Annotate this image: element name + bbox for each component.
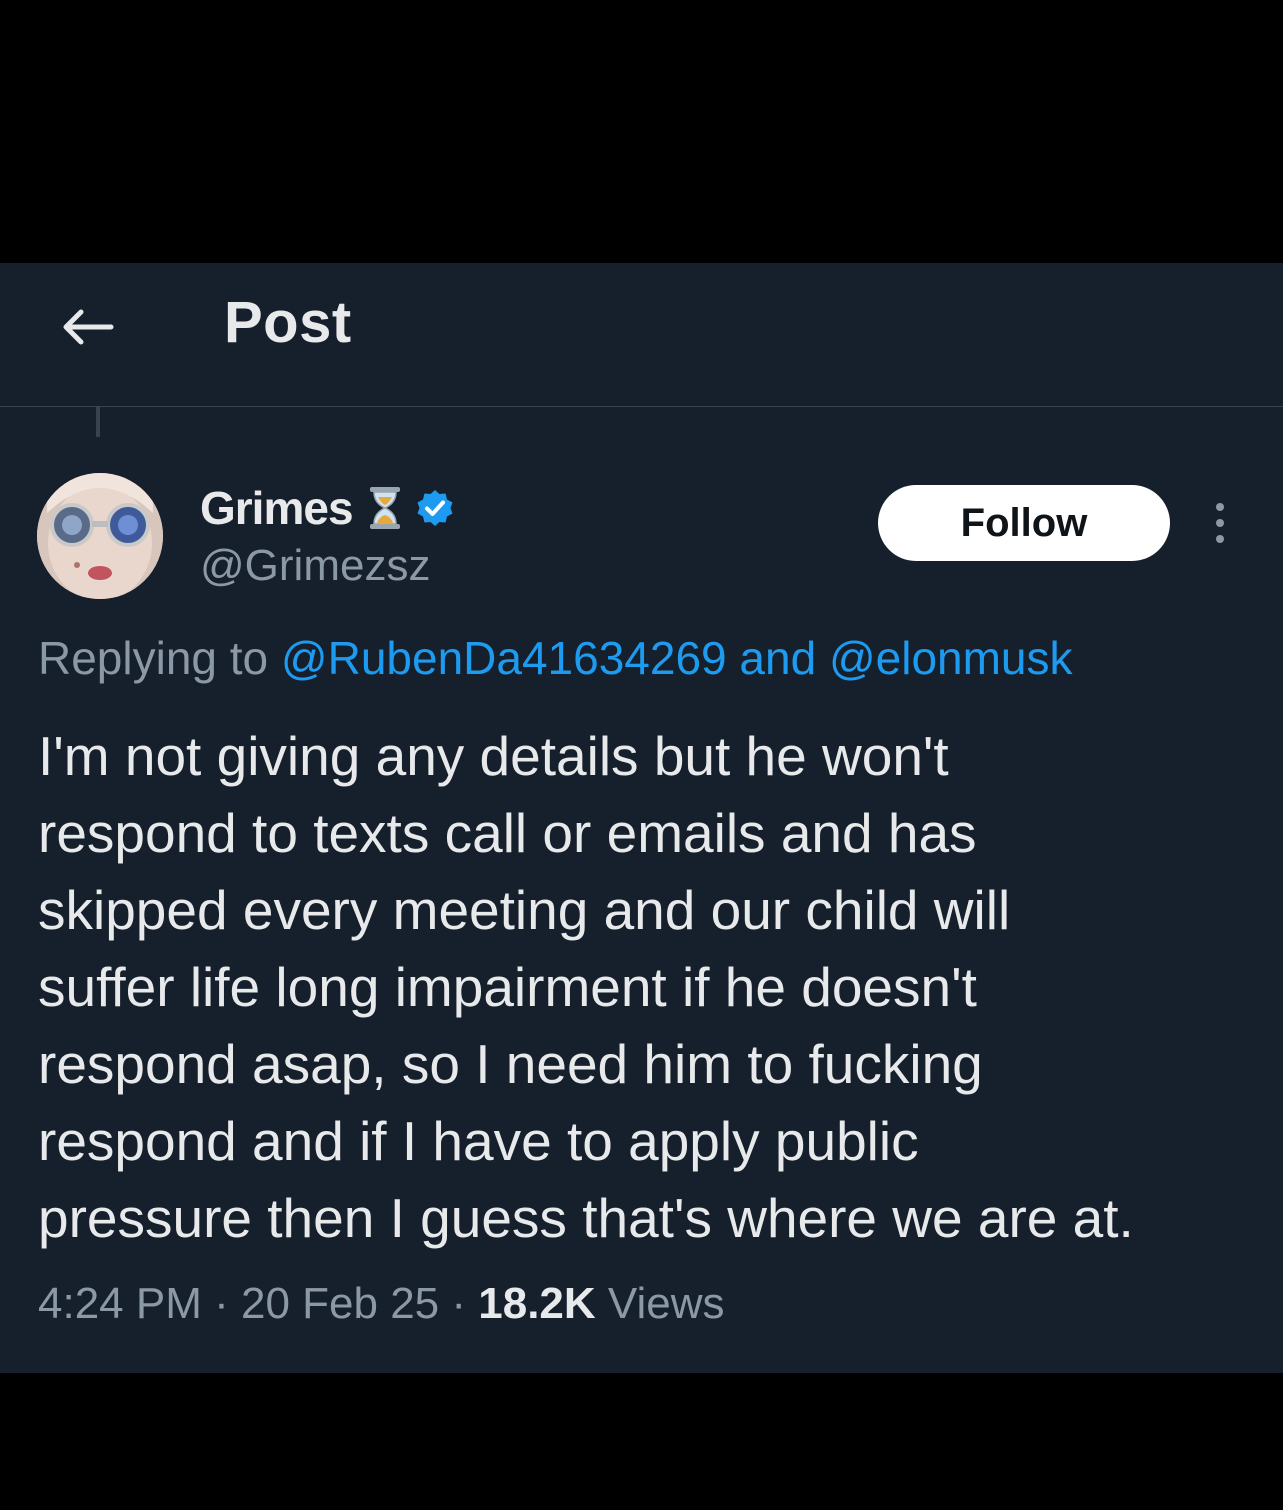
more-vertical-icon [1216, 499, 1224, 547]
reply-joiner[interactable]: and [727, 632, 829, 684]
avatar-image [37, 473, 163, 599]
views-label[interactable]: Views [596, 1279, 725, 1328]
meta-separator: · [439, 1279, 479, 1328]
page-title: Post [224, 290, 352, 355]
tweet-text: I'm not giving any details but he won't … [38, 725, 1134, 1249]
reply-prefix: Replying to [38, 632, 281, 684]
more-options-button[interactable] [1200, 491, 1240, 555]
meta-separator: · [201, 1279, 241, 1328]
author-handle[interactable]: @Grimezsz [200, 541, 430, 591]
reply-context: Replying to @RubenDa41634269 and @elonmu… [38, 631, 1073, 685]
tweet-date[interactable]: 20 Feb 25 [241, 1279, 439, 1328]
back-button[interactable] [52, 297, 122, 357]
author-name-row: Grimes [200, 479, 455, 537]
tweet-meta: 4:24 PM · 20 Feb 25 · 18.2K Views [38, 1279, 724, 1329]
author-display-name[interactable]: Grimes [200, 481, 354, 535]
hourglass-icon [369, 487, 400, 529]
tweet-time[interactable]: 4:24 PM [38, 1279, 202, 1328]
post-view: Post Grimes @Grimezsz Follow Replying to… [0, 263, 1283, 1373]
follow-button[interactable]: Follow [878, 485, 1170, 561]
arrow-left-icon [63, 309, 114, 345]
thread-connector-line [96, 407, 100, 437]
mention-link-2[interactable]: @elonmusk [829, 632, 1073, 684]
top-bar: Post [0, 263, 1283, 407]
mention-link-1[interactable]: @RubenDa41634269 [281, 632, 727, 684]
verified-badge-icon [417, 490, 453, 526]
views-count[interactable]: 18.2K [478, 1279, 595, 1328]
avatar[interactable] [37, 473, 163, 599]
